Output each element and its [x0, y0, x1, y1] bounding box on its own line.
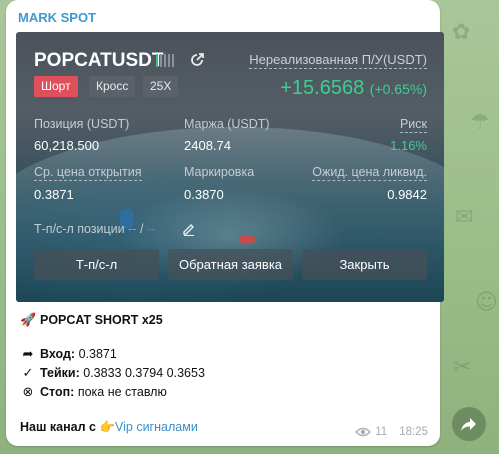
background-doodle: ✿	[452, 20, 471, 45]
targets-line-label: Тейки:	[40, 366, 80, 380]
message-headline: 🚀 POPCAT SHORT x25	[20, 313, 163, 328]
background-doodle: ✉	[455, 205, 474, 230]
strength-bar	[156, 54, 158, 67]
share-arrow-icon	[461, 418, 476, 431]
targets-line: ✓ Тейки: 0.3833 0.3794 0.3653	[20, 366, 205, 381]
margin-mode-tag: Кросс	[89, 76, 136, 97]
position-label: Позиция (USDT)	[34, 117, 130, 131]
reverse-order-button: Обратная заявка	[168, 249, 293, 280]
eye-icon	[355, 427, 372, 437]
position-card-image[interactable]: POPCATUSDT Нереализованная П/У(USDT) +15…	[16, 32, 444, 302]
margin-value: 2408.74	[184, 138, 231, 153]
share-icon	[191, 53, 204, 66]
background-doodle: ✂	[453, 355, 472, 380]
tpsl-tp: --	[128, 222, 137, 236]
entry-price-value: 0.3871	[34, 187, 74, 202]
entry-line-label: Вход:	[40, 347, 76, 361]
risk-label: Риск	[399, 117, 427, 133]
strength-bar	[160, 54, 162, 67]
targets-line-value: 0.3833 0.3794 0.3653	[83, 366, 205, 380]
close-position-button: Закрыть	[302, 249, 427, 280]
stop-line-value: пока не ставлю	[77, 385, 167, 399]
tpsl-button: Т-п/с-л	[34, 249, 159, 280]
mark-price-label: Маркировка	[184, 165, 255, 179]
vip-signals-link[interactable]: Vip сигналами	[115, 420, 198, 434]
liquidation-price-value: 0.9842	[387, 187, 427, 202]
pointing-hand-icon: 👉	[99, 420, 116, 434]
channel-prefix: Наш канал с	[20, 420, 96, 434]
position-value: 60,218.500	[34, 138, 100, 153]
unrealized-pnl-percent: (+0.65%)	[369, 81, 427, 97]
unrealized-pnl-value: +15.6568 (+0.65%)	[280, 77, 427, 100]
forward-arrow-icon: ➦	[22, 347, 34, 362]
message-bubble[interactable]: MARK SPOT POPCATUSDT Нереализованная П/У…	[6, 0, 444, 446]
strength-bar	[172, 54, 174, 67]
headline-text: POPCAT SHORT x25	[40, 313, 163, 327]
side-tag: Шорт	[34, 76, 78, 97]
sender-name[interactable]: MARK SPOT	[18, 10, 96, 25]
channel-line: Наш канал с 👉Vip сигналами	[20, 420, 198, 435]
check-circle-icon: ✓	[22, 366, 34, 381]
view-count: 11	[375, 426, 388, 438]
unrealized-pnl-amount: +15.6568	[280, 77, 365, 99]
message-meta: 11 18:25	[355, 426, 428, 438]
tpsl-sl: --	[146, 222, 156, 236]
tpsl-row: Т-п/с-л позиции -- / --	[34, 222, 155, 236]
leverage-tag: 25X	[143, 76, 179, 97]
unrealized-pnl-label: Нереализованная П/У(USDT)	[249, 52, 427, 69]
rocket-icon: 🚀	[20, 313, 37, 328]
strength-bars	[156, 54, 174, 67]
cross-circle-icon: ⊗	[22, 385, 34, 400]
edit-icon	[183, 224, 194, 236]
risk-value: 1.16%	[390, 138, 427, 153]
entry-line: ➦ Вход: 0.3871	[20, 347, 117, 362]
tpsl-label: Т-п/с-л позиции	[34, 222, 125, 236]
background-doodle: ☺	[475, 290, 498, 315]
entry-line-value: 0.3871	[78, 347, 117, 361]
surfer-figure	[239, 235, 255, 244]
strength-bar	[164, 54, 166, 67]
message-time: 18:25	[399, 426, 428, 438]
symbol: POPCATUSDT	[34, 50, 164, 71]
margin-label: Маржа (USDT)	[184, 117, 270, 131]
strength-bar	[168, 54, 170, 67]
tpsl-separator: /	[139, 222, 144, 236]
mark-price-value: 0.3870	[184, 187, 224, 202]
liquidation-price-label: Ожид. цена ликвид.	[312, 165, 427, 181]
stop-line: ⊗ Стоп: пока не ставлю	[20, 385, 167, 400]
stop-line-label: Стоп:	[40, 385, 75, 399]
forward-button[interactable]	[452, 407, 486, 441]
background-doodle: ☂	[470, 110, 490, 135]
entry-price-label: Ср. цена открытия	[34, 165, 142, 181]
